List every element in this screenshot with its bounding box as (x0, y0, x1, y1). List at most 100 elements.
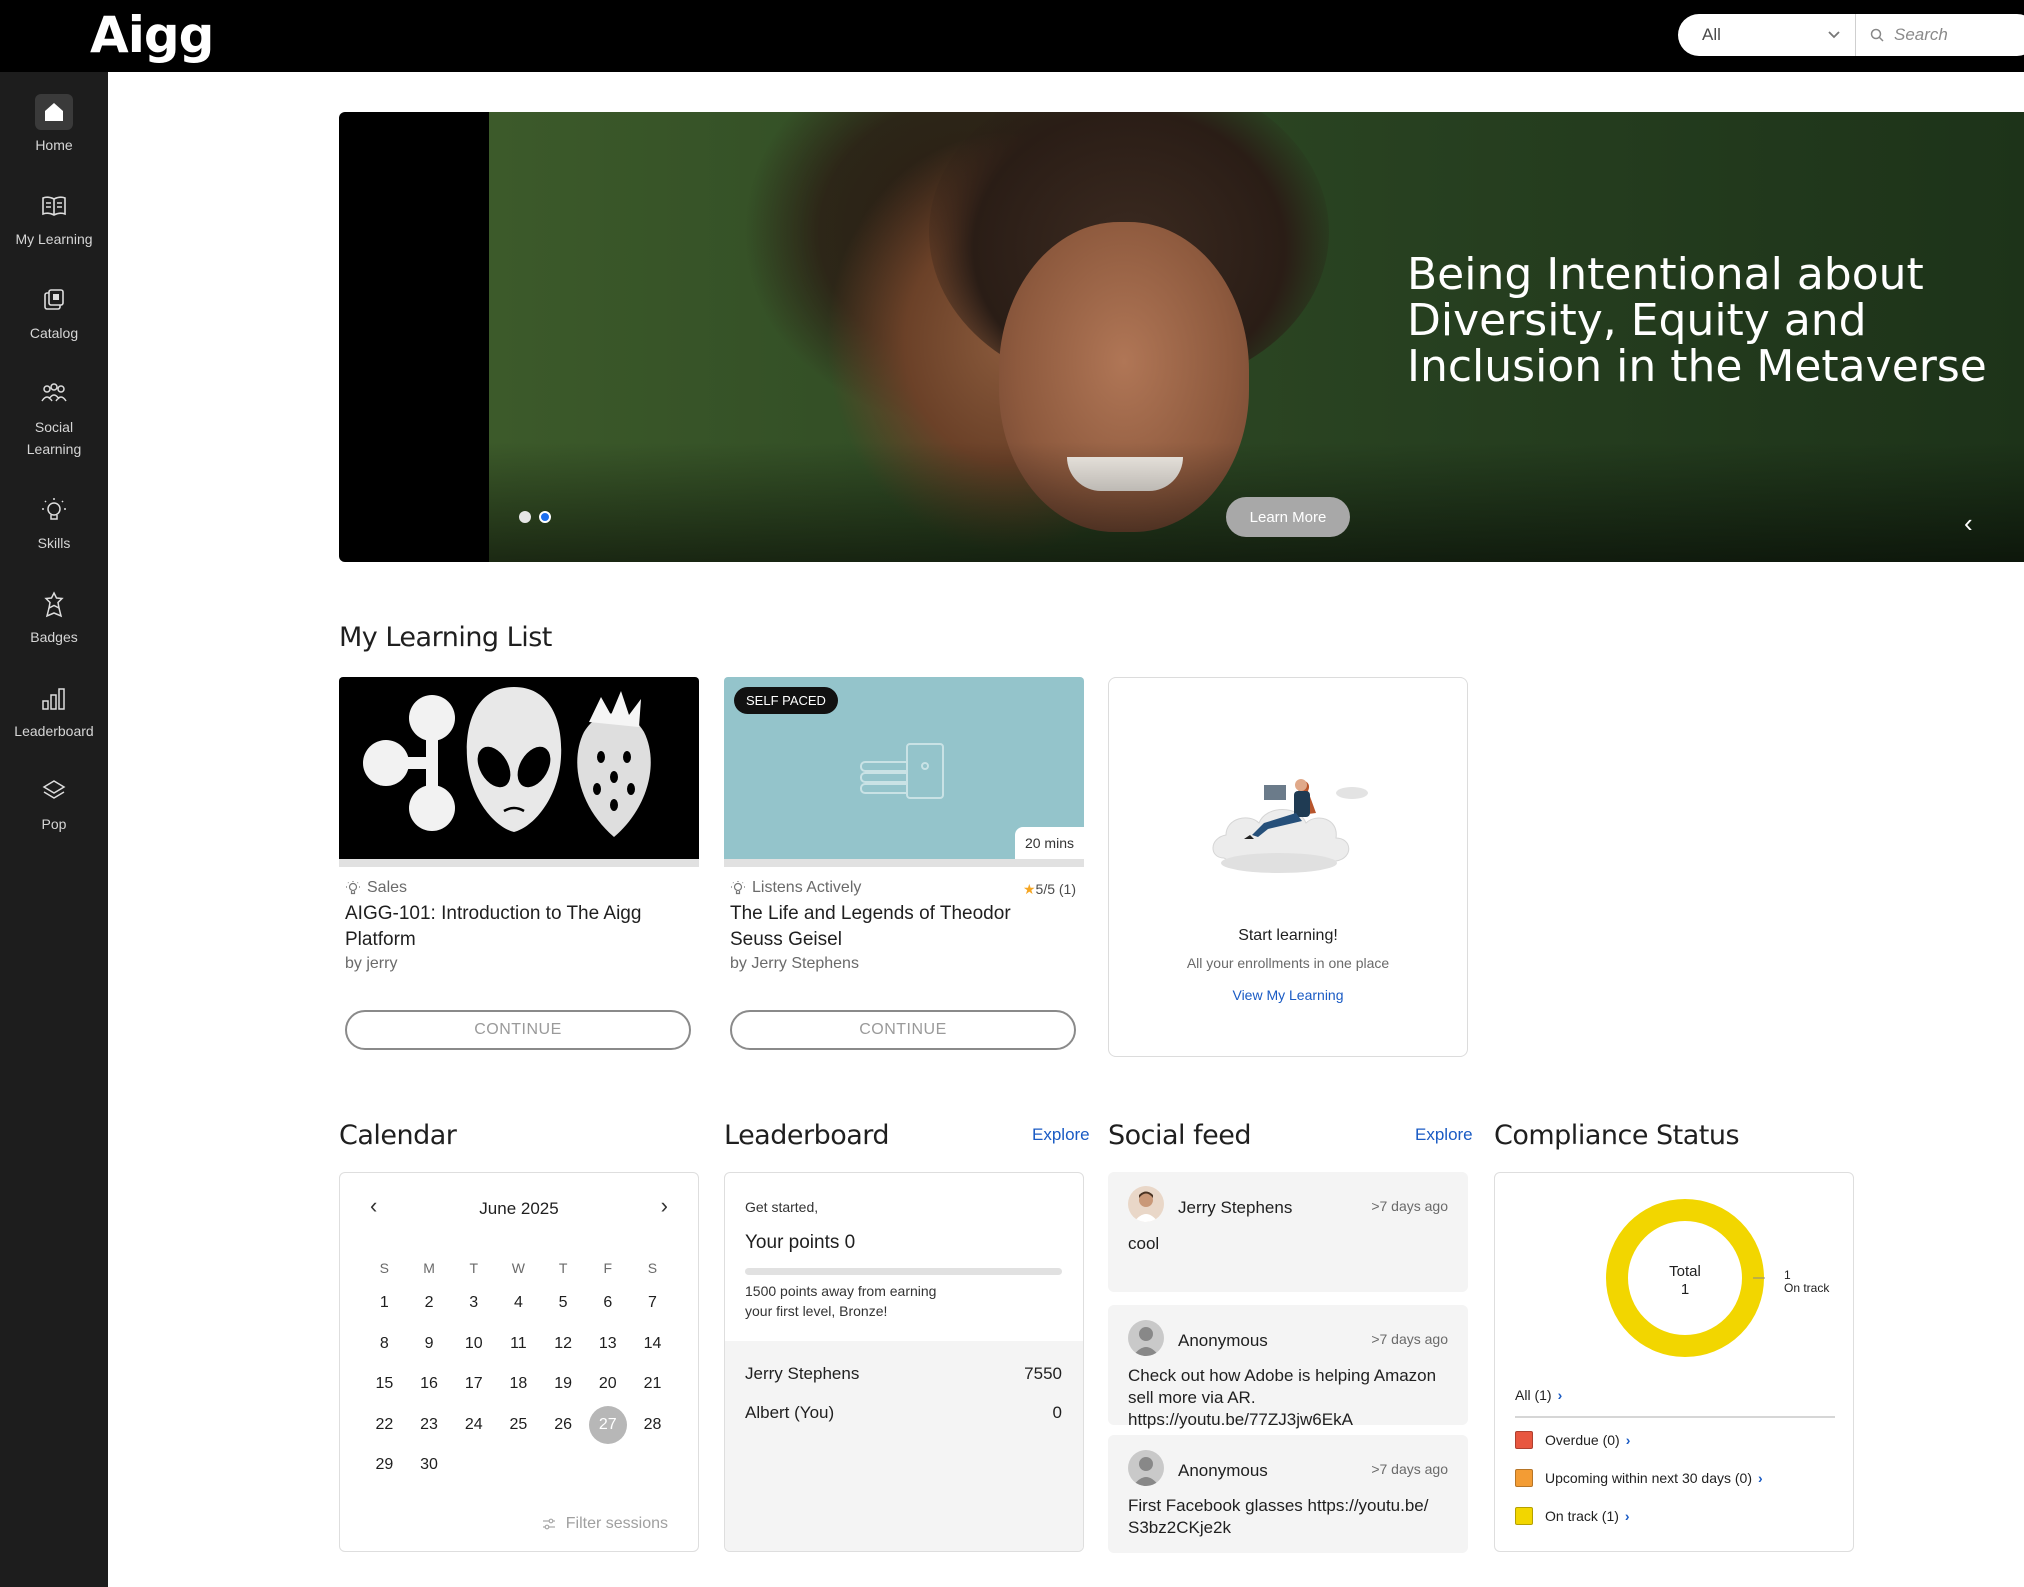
calendar-weekday: T (469, 1260, 478, 1276)
calendar-day-number: 5 (558, 1294, 568, 1311)
carousel-dot-1[interactable] (519, 511, 531, 523)
calendar-day[interactable]: 20 (585, 1364, 630, 1405)
carousel-dot-2[interactable] (539, 511, 551, 523)
feed-text: First Facebook glasses https://youtu.be/… (1128, 1496, 1429, 1537)
calendar-day[interactable]: 11 (496, 1324, 541, 1365)
feed-time: >7 days ago (1371, 1198, 1448, 1214)
calendar-panel: ‹ June 2025 › S M T W T F S 1 2 3 4 5 6 7 8 9 10 11 12 13 14… (339, 1172, 699, 1552)
calendar-day[interactable]: 4 (496, 1283, 541, 1324)
calendar-day[interactable]: 25 (496, 1405, 541, 1446)
filter-sessions-button[interactable]: Filter sessions (542, 1515, 668, 1533)
continue-button[interactable]: CONTINUE (345, 1010, 691, 1050)
calendar-day[interactable]: 16 (407, 1364, 452, 1405)
calendar-day[interactable]: 9 (407, 1324, 452, 1365)
calendar-day[interactable]: 30 (407, 1445, 452, 1486)
course-title[interactable]: The Life and Legends of Theodor Seuss Ge… (730, 901, 1060, 953)
calendar-day[interactable]: 24 (451, 1405, 496, 1446)
course-author: by Jerry Stephens (730, 955, 859, 972)
calendar-day[interactable]: 19 (541, 1364, 586, 1405)
sidebar-item-social-learning[interactable]: Social Learning (0, 376, 108, 460)
calendar-day[interactable]: 10 (451, 1324, 496, 1365)
compliance-row-overdue[interactable]: Overdue (0) › (1515, 1431, 1630, 1449)
app-logo[interactable]: Aigg (90, 6, 214, 64)
course-rating: ★5/5 (1) (1023, 881, 1076, 898)
lightbulb-icon (731, 881, 745, 895)
learning-card-2[interactable]: SELF PACED 20 mins ★5/5 (1) Listens Acti… (724, 677, 1084, 1050)
learn-more-button[interactable]: Learn More (1226, 497, 1350, 537)
calendar-day[interactable]: 14 (630, 1324, 675, 1365)
calendar-day[interactable]: 26 (541, 1405, 586, 1446)
calendar-weekday: S (379, 1260, 390, 1276)
calendar-day[interactable]: 13 (585, 1324, 630, 1365)
course-title[interactable]: AIGG-101: Introduction to The Aigg Platf… (345, 901, 675, 953)
feed-post[interactable]: Anonymous >7 days ago Check out how Adob… (1108, 1305, 1468, 1429)
sidebar: Home My Learning Catalog Social Learning… (0, 72, 108, 1587)
feed-post[interactable]: Jerry Stephens >7 days ago cool (1108, 1172, 1468, 1292)
calendar-day[interactable]: 15 (362, 1364, 407, 1405)
calendar-day[interactable]: 2 (407, 1283, 452, 1324)
view-my-learning-link[interactable]: View My Learning (1109, 987, 1467, 1003)
calendar-day[interactable]: 18 (496, 1364, 541, 1405)
leaderboard-title: Leaderboard (724, 1120, 890, 1151)
continue-button[interactable]: CONTINUE (730, 1010, 1076, 1050)
calendar-weekday: T (558, 1260, 568, 1276)
leaderboard-score: 0 (1052, 1403, 1062, 1422)
calendar-day[interactable]: 6 (585, 1283, 630, 1324)
calendar-day[interactable]: 22 (362, 1405, 407, 1446)
points-progress-bar (745, 1268, 1062, 1275)
donut-on-track-label: 1 On track (1784, 1269, 1829, 1295)
chevron-right-icon[interactable]: › (661, 1193, 668, 1219)
start-learning-subtitle: All your enrollments in one place (1186, 955, 1390, 971)
compliance-row-on-track[interactable]: On track (1) › (1515, 1507, 1630, 1525)
upcoming-swatch (1515, 1469, 1533, 1487)
calendar-day-number: 29 (375, 1456, 394, 1473)
sidebar-item-catalog[interactable]: Catalog (0, 282, 108, 344)
compliance-row-upcoming[interactable]: Upcoming within next 30 days (0) › (1515, 1469, 1763, 1487)
sidebar-item-badges[interactable]: Badges (0, 586, 108, 648)
search-icon (1870, 28, 1884, 42)
calendar-day[interactable]: 12 (541, 1324, 586, 1365)
learning-card-1[interactable]: Sales AIGG-101: Introduction to The Aigg… (339, 677, 699, 1050)
leaderboard-panel: Get started, Your points 0 1500 points a… (724, 1172, 1084, 1552)
search-placeholder: Search (1894, 25, 1948, 44)
search-scope-select[interactable]: All (1678, 14, 1856, 56)
leaderboard-row[interactable]: Jerry Stephens 7550 (745, 1364, 1062, 1384)
hero-carousel[interactable]: Being Intentional about Diversity, Equit… (339, 112, 2024, 562)
server-icon (860, 743, 944, 799)
compliance-all-filter[interactable]: All (1) › (1515, 1387, 1562, 1403)
calendar-day[interactable]: 23 (407, 1405, 452, 1446)
calendar-day[interactable]: 8 (362, 1324, 407, 1365)
calendar-day[interactable]: 28 (630, 1405, 675, 1446)
calendar-day-today[interactable]: 27 (585, 1405, 630, 1446)
calendar-day-number: 27 (588, 1405, 627, 1444)
calendar-day[interactable]: 17 (451, 1364, 496, 1405)
calendar-day[interactable]: 29 (362, 1445, 407, 1486)
sidebar-item-my-learning[interactable]: My Learning (0, 188, 108, 250)
leaderboard-explore-link[interactable]: Explore (1032, 1125, 1090, 1145)
sidebar-item-home[interactable]: Home (0, 94, 108, 156)
feed-post[interactable]: Anonymous >7 days ago First Facebook gla… (1108, 1435, 1468, 1553)
leaderboard-summary: Get started, Your points 0 1500 points a… (725, 1173, 1083, 1341)
sidebar-item-pop[interactable]: Pop (0, 773, 108, 835)
search-input[interactable]: Search (1856, 25, 1948, 45)
chevron-left-icon[interactable]: ‹ (1964, 508, 1973, 539)
compliance-row-label: Overdue (0) (1545, 1432, 1620, 1448)
compliance-total-value: 1 (1680, 1281, 1690, 1298)
sidebar-item-skills[interactable]: Skills (0, 492, 108, 554)
sidebar-item-leaderboard[interactable]: Leaderboard (0, 680, 108, 742)
rating-value: 5/5 (1) (1035, 881, 1076, 897)
calendar-day[interactable]: 5 (541, 1283, 586, 1324)
calendar-day[interactable]: 3 (451, 1283, 496, 1324)
calendar-day[interactable]: 1 (362, 1283, 407, 1324)
calendar-day-number: 7 (648, 1294, 657, 1311)
calendar-day-number: 13 (598, 1334, 617, 1352)
calendar-weekday: F (603, 1260, 613, 1276)
calendar-day-number: 9 (424, 1334, 434, 1352)
calendar-day[interactable]: 7 (630, 1283, 675, 1324)
course-progress-bar (724, 859, 1084, 867)
calendar-day[interactable]: 21 (630, 1364, 675, 1405)
leaderboard-row[interactable]: Albert (You) 0 (745, 1403, 1062, 1423)
leaderboard-greeting: Get started, (745, 1199, 819, 1215)
social-feed-explore-link[interactable]: Explore (1415, 1125, 1473, 1145)
book-icon (35, 188, 73, 224)
